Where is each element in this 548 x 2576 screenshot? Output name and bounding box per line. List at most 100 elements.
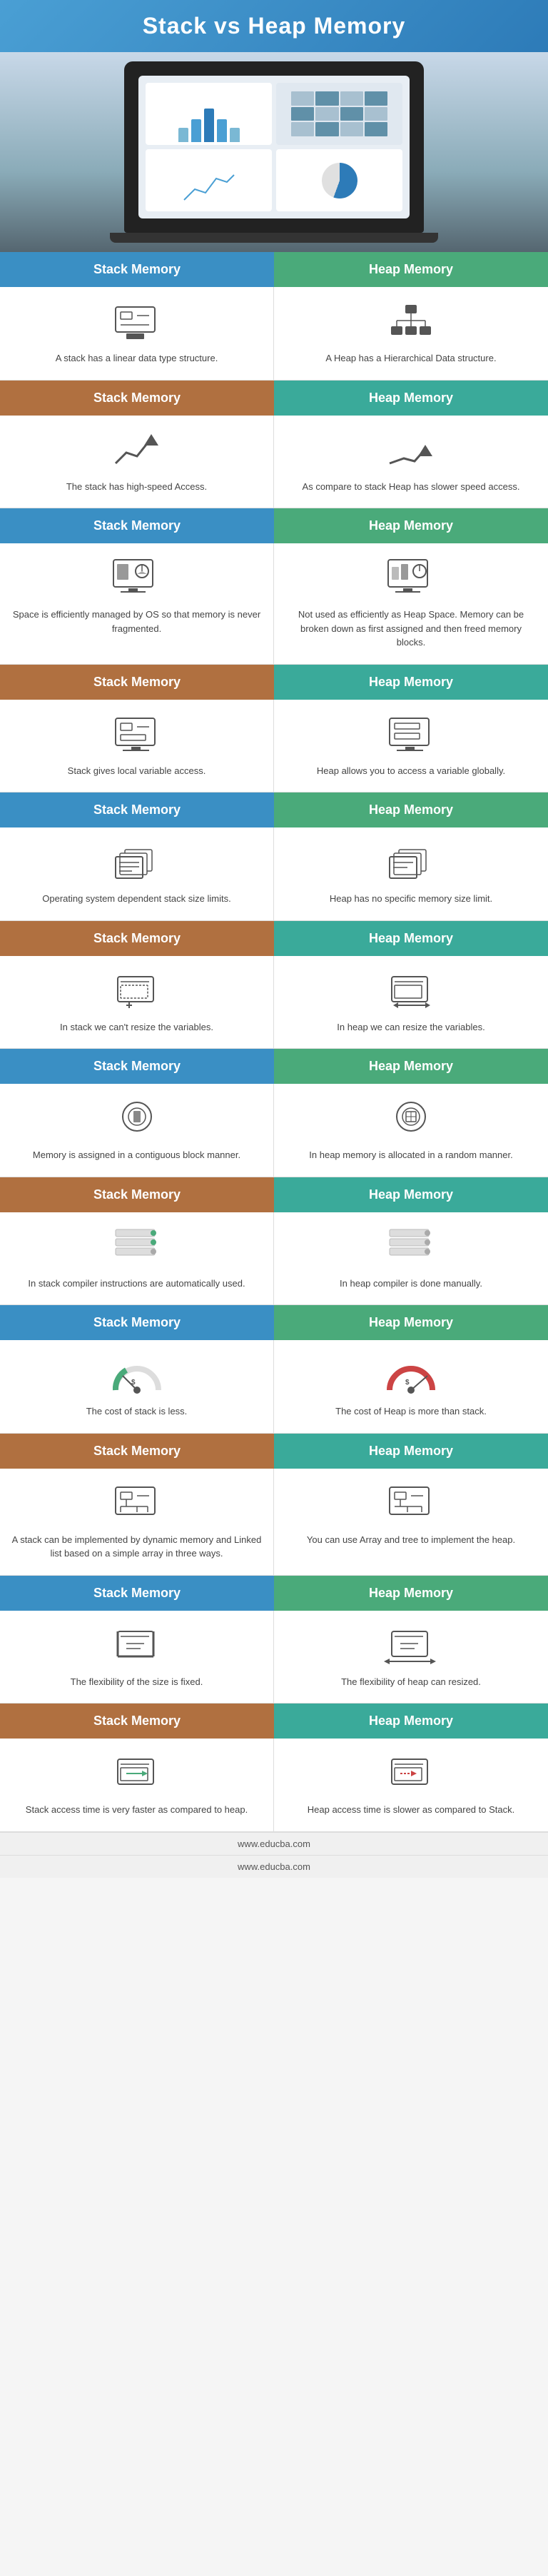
stack-cell-10: The flexibility of the size is fixed. (0, 1611, 274, 1704)
heap-header-9: Heap Memory (274, 1434, 548, 1469)
content-row-10: The flexibility of the size is fixed. Th… (0, 1611, 548, 1704)
stack-icon-7 (108, 1227, 166, 1269)
footer-bar: www.educba.com (0, 1855, 548, 1878)
stack-icon-1 (108, 430, 166, 473)
stack-header-10: Stack Memory (0, 1576, 274, 1611)
heap-icon-7 (382, 1227, 440, 1269)
footer-url: www.educba.com (238, 1838, 310, 1849)
heap-icon-3 (382, 714, 440, 757)
content-row-2: Space is efficiently managed by OS so th… (0, 543, 548, 665)
stack-text-10: The flexibility of the size is fixed. (71, 1675, 203, 1689)
stack-text-9: A stack can be implemented by dynamic me… (11, 1533, 262, 1561)
heap-header-8: Heap Memory (274, 1305, 548, 1340)
stack-icon-0 (108, 301, 166, 344)
content-row-9: A stack can be implemented by dynamic me… (0, 1469, 548, 1576)
stack-header-8: Stack Memory (0, 1305, 274, 1340)
stack-cell-4: Operating system dependent stack size li… (0, 827, 274, 920)
content-row-8: $ The cost of stack is less. $ The cost … (0, 1340, 548, 1434)
stack-text-8: The cost of stack is less. (86, 1404, 188, 1419)
heap-text-0: A Heap has a Hierarchical Data structure… (325, 351, 496, 366)
section-header-4: Stack MemoryHeap Memory (0, 793, 548, 827)
content-row-6: Memory is assigned in a contiguous block… (0, 1084, 548, 1177)
stack-cell-11: Stack access time is very faster as comp… (0, 1739, 274, 1831)
stack-text-2: Space is efficiently managed by OS so th… (11, 608, 262, 635)
heap-icon-10 (382, 1625, 440, 1668)
heap-header-10: Heap Memory (274, 1576, 548, 1611)
heap-text-2: Not used as efficiently as Heap Space. M… (285, 608, 537, 650)
stack-header-4: Stack Memory (0, 793, 274, 827)
heap-icon-8: $ (382, 1354, 440, 1397)
section-header-7: Stack MemoryHeap Memory (0, 1177, 548, 1212)
heap-header-3: Heap Memory (274, 665, 548, 700)
stack-text-11: Stack access time is very faster as comp… (26, 1803, 248, 1817)
section-header-2: Stack MemoryHeap Memory (0, 508, 548, 543)
stack-header-11: Stack Memory (0, 1704, 274, 1739)
stack-text-3: Stack gives local variable access. (68, 764, 206, 778)
heap-header-2: Heap Memory (274, 508, 548, 543)
heap-icon-5 (382, 970, 440, 1013)
stack-cell-5: In stack we can't resize the variables. (0, 956, 274, 1049)
stack-header-9: Stack Memory (0, 1434, 274, 1469)
heap-cell-6: In heap memory is allocated in a random … (274, 1084, 548, 1177)
footer-url: www.educba.com (238, 1861, 310, 1872)
stack-header-6: Stack Memory (0, 1049, 274, 1084)
section-header-8: Stack MemoryHeap Memory (0, 1305, 548, 1340)
footer-bar: www.educba.com (0, 1832, 548, 1855)
heap-header-0: Heap Memory (274, 252, 548, 287)
heap-cell-2: Not used as efficiently as Heap Space. M… (274, 543, 548, 664)
heap-header-4: Heap Memory (274, 793, 548, 827)
stack-text-0: A stack has a linear data type structure… (56, 351, 218, 366)
stack-text-5: In stack we can't resize the variables. (60, 1020, 213, 1035)
stack-icon-3 (108, 714, 166, 757)
stack-cell-3: Stack gives local variable access. (0, 700, 274, 793)
stack-header-2: Stack Memory (0, 508, 274, 543)
heap-icon-0 (382, 301, 440, 344)
stack-header-5: Stack Memory (0, 921, 274, 956)
heap-cell-5: In heap we can resize the variables. (274, 956, 548, 1049)
heap-text-6: In heap memory is allocated in a random … (309, 1148, 512, 1162)
heap-text-11: Heap access time is slower as compared t… (308, 1803, 514, 1817)
content-row-0: A stack has a linear data type structure… (0, 287, 548, 381)
heap-header-7: Heap Memory (274, 1177, 548, 1212)
heap-cell-3: Heap allows you to access a variable glo… (274, 700, 548, 793)
heap-header-6: Heap Memory (274, 1049, 548, 1084)
heap-text-5: In heap we can resize the variables. (337, 1020, 484, 1035)
section-header-5: Stack MemoryHeap Memory (0, 921, 548, 956)
heap-text-7: In heap compiler is done manually. (340, 1277, 482, 1291)
stack-cell-2: Space is efficiently managed by OS so th… (0, 543, 274, 664)
heap-cell-4: Heap has no specific memory size limit. (274, 827, 548, 920)
hero-image (0, 52, 548, 252)
stack-cell-1: The stack has high-speed Access. (0, 416, 274, 508)
stack-header-7: Stack Memory (0, 1177, 274, 1212)
content-row-4: Operating system dependent stack size li… (0, 827, 548, 921)
svg-text:$: $ (131, 1379, 136, 1387)
heap-icon-4 (382, 842, 440, 885)
stack-icon-5 (108, 970, 166, 1013)
stack-cell-9: A stack can be implemented by dynamic me… (0, 1469, 274, 1575)
section-header-9: Stack MemoryHeap Memory (0, 1434, 548, 1469)
stack-text-7: In stack compiler instructions are autom… (28, 1277, 245, 1291)
content-row-5: In stack we can't resize the variables. … (0, 956, 548, 1050)
stack-icon-6 (108, 1098, 166, 1141)
heap-cell-7: In heap compiler is done manually. (274, 1212, 548, 1305)
heap-header-5: Heap Memory (274, 921, 548, 956)
section-header-3: Stack MemoryHeap Memory (0, 665, 548, 700)
stack-text-4: Operating system dependent stack size li… (42, 892, 230, 906)
content-row-7: In stack compiler instructions are autom… (0, 1212, 548, 1306)
heap-cell-10: The flexibility of heap can resized. (274, 1611, 548, 1704)
section-header-11: Stack MemoryHeap Memory (0, 1704, 548, 1739)
section-header-0: Stack MemoryHeap Memory (0, 252, 548, 287)
stack-icon-9 (108, 1483, 166, 1526)
heap-text-9: You can use Array and tree to implement … (307, 1533, 515, 1547)
heap-icon-2 (382, 558, 440, 600)
content-row-11: Stack access time is very faster as comp… (0, 1739, 548, 1832)
content-row-3: Stack gives local variable access. Heap … (0, 700, 548, 793)
heap-icon-6 (382, 1098, 440, 1141)
heap-header-1: Heap Memory (274, 381, 548, 416)
laptop-illustration (124, 61, 424, 233)
comparison-table: Stack MemoryHeap Memory A stack has a li… (0, 252, 548, 1832)
stack-text-6: Memory is assigned in a contiguous block… (33, 1148, 240, 1162)
section-header-1: Stack MemoryHeap Memory (0, 381, 548, 416)
stack-icon-4 (108, 842, 166, 885)
title-bar: Stack vs Heap Memory (0, 0, 548, 52)
